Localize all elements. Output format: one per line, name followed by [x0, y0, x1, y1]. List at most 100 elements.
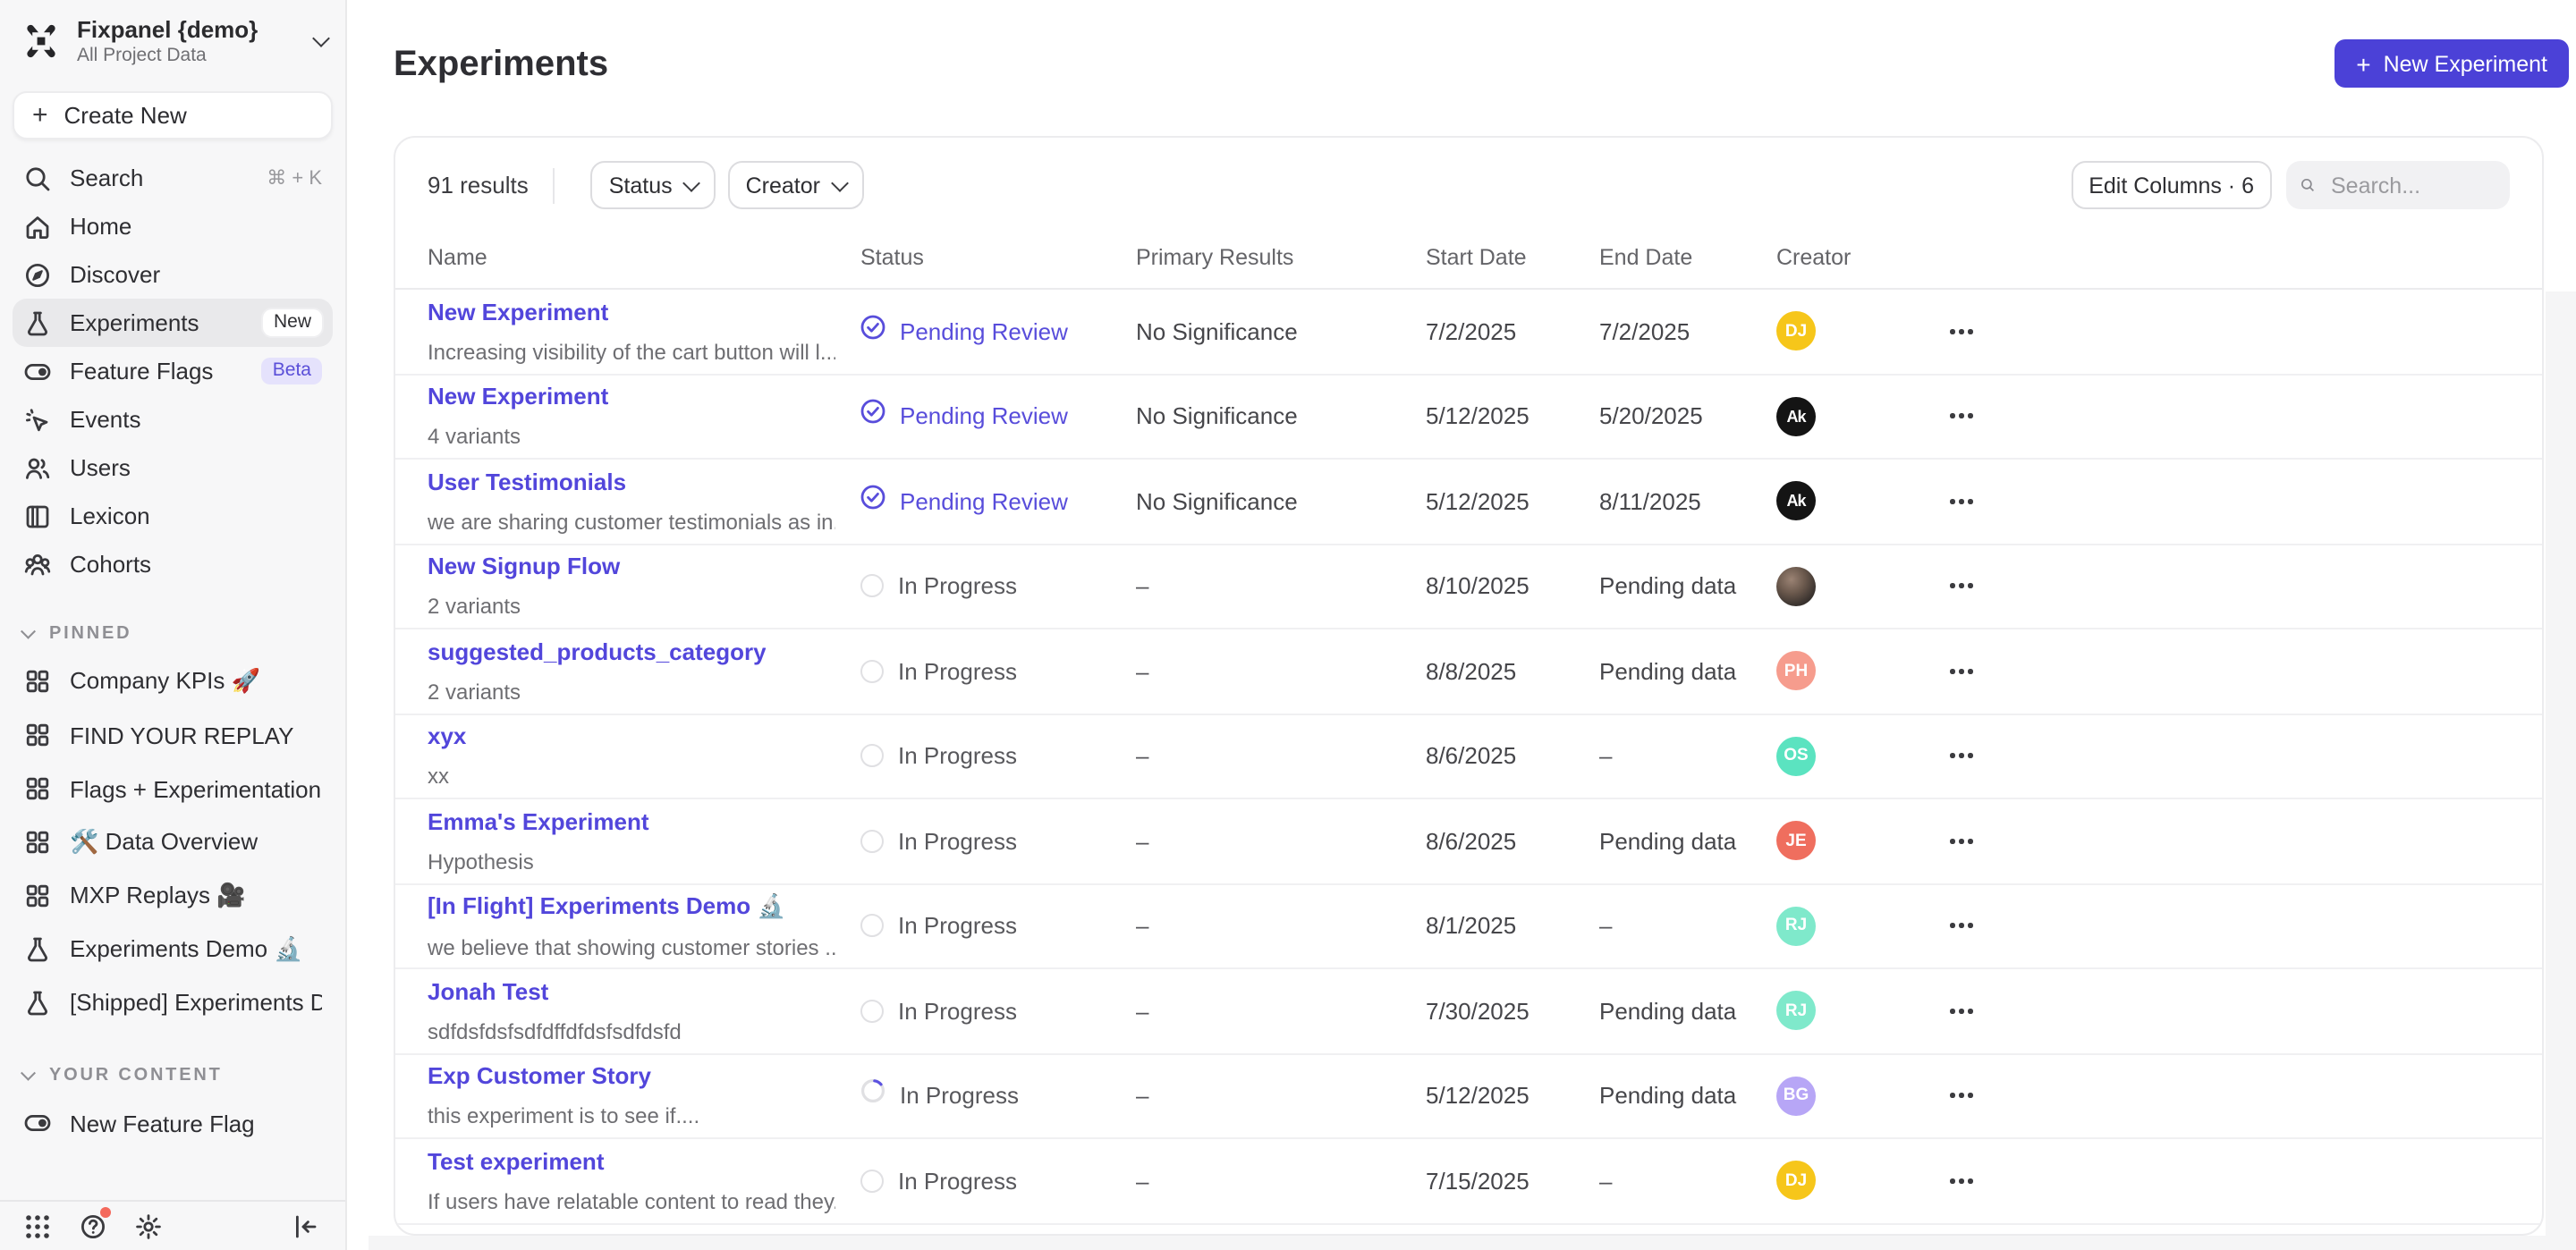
creator-filter-dropdown[interactable]: Creator: [728, 161, 863, 209]
creator-avatar[interactable]: Ak: [1776, 397, 1816, 436]
home-icon: [23, 212, 52, 241]
table-row[interactable]: User Testimonialswe are sharing customer…: [395, 460, 2542, 545]
pinned-section-header[interactable]: PINNED: [23, 624, 322, 644]
sidebar-item-company-kpis[interactable]: Company KPIs 🚀: [13, 655, 333, 708]
experiment-name-cell: suggested_products_category2 variants: [428, 638, 860, 705]
sidebar-item-experiments[interactable]: ExperimentsNew: [13, 299, 333, 347]
experiment-link[interactable]: New Experiment: [428, 384, 608, 410]
new-experiment-button[interactable]: + New Experiment: [2334, 39, 2569, 88]
status-label: Pending Review: [900, 318, 1068, 345]
creator-avatar[interactable]: [1776, 567, 1816, 606]
creator-avatar[interactable]: JE: [1776, 822, 1816, 861]
experiment-link[interactable]: Jonah Test: [428, 978, 548, 1005]
sidebar-item-data-overview[interactable]: 🛠️ Data Overview: [13, 815, 333, 869]
row-menu-button[interactable]: [1946, 403, 2510, 429]
row-menu-button[interactable]: [1946, 573, 2510, 599]
experiment-link[interactable]: New Experiment: [428, 299, 608, 325]
row-menu-button[interactable]: [1946, 1083, 2510, 1109]
sidebar-item-events[interactable]: Events: [13, 395, 333, 443]
sidebar-item-feature-flags[interactable]: Feature FlagsBeta: [13, 347, 333, 395]
row-menu-button[interactable]: [1946, 998, 2510, 1024]
collapse-sidebar-icon[interactable]: [290, 1211, 320, 1241]
experiment-link[interactable]: New Signup Flow: [428, 553, 620, 580]
main-area: Experiments + New Experiment 91 results …: [347, 0, 2576, 1250]
sidebar-item-home[interactable]: Home: [13, 202, 333, 250]
experiment-link[interactable]: Exp Customer Story: [428, 1063, 651, 1090]
sidebar-item-new-feature-flag[interactable]: New Feature Flag: [13, 1096, 333, 1150]
lexicon-icon: [23, 502, 52, 530]
row-menu-button[interactable]: [1946, 658, 2510, 684]
sidebar-item-lexicon[interactable]: Lexicon: [13, 492, 333, 540]
table-row[interactable]: New ExperimentIncreasing visibility of t…: [395, 290, 2542, 375]
column-header-creator[interactable]: Creator: [1776, 245, 1939, 270]
table-row[interactable]: Exp Customer Storythis experiment is to …: [395, 1054, 2542, 1139]
status-cell: In Progress: [860, 658, 1136, 685]
project-switcher[interactable]: Fixpanel {demo} All Project Data: [0, 0, 345, 77]
creator-avatar[interactable]: RJ: [1776, 992, 1816, 1031]
sidebar-item-users[interactable]: Users: [13, 443, 333, 492]
table-row[interactable]: [In Flight] Experiments Demo 🔬we believe…: [395, 884, 2542, 969]
start-date-cell: 5/12/2025: [1426, 403, 1599, 430]
sidebar-item-shipped-experiments-demo[interactable]: [Shipped] Experiments Demo 🖋️: [13, 976, 333, 1030]
start-date-cell: 7/15/2025: [1426, 1168, 1599, 1195]
creator-avatar[interactable]: Ak: [1776, 482, 1816, 521]
create-new-button[interactable]: + Create New: [13, 91, 333, 139]
creator-avatar[interactable]: DJ: [1776, 1161, 1816, 1201]
creator-avatar[interactable]: RJ: [1776, 907, 1816, 946]
table-row[interactable]: suggested_products_category2 variantsIn …: [395, 629, 2542, 714]
status-circle-icon: [860, 915, 884, 938]
your-content-section-header[interactable]: YOUR CONTENT: [23, 1066, 322, 1085]
status-check-icon: [860, 485, 886, 519]
sidebar-item-flags-experimentation-demo[interactable]: Flags + Experimentation Demo ,: [13, 762, 333, 815]
sidebar-item-experiments-demo[interactable]: Experiments Demo 🔬: [13, 923, 333, 976]
row-menu-button[interactable]: [1946, 743, 2510, 769]
creator-avatar[interactable]: DJ: [1776, 312, 1816, 351]
experiment-link[interactable]: User Testimonials: [428, 469, 626, 495]
creator-avatar[interactable]: PH: [1776, 652, 1816, 691]
column-header-end-date[interactable]: End Date: [1599, 245, 1776, 270]
table-row[interactable]: New Experiment4 variantsPending ReviewNo…: [395, 375, 2542, 460]
sidebar-item-discover[interactable]: Discover: [13, 250, 333, 299]
board-icon: [23, 667, 52, 696]
experiment-link[interactable]: [In Flight] Experiments Demo 🔬: [428, 892, 786, 921]
table-row[interactable]: New Signup Flow2 variantsIn Progress–8/1…: [395, 545, 2542, 629]
row-menu-button[interactable]: [1946, 318, 2510, 344]
start-date-cell: 5/12/2025: [1426, 1083, 1599, 1110]
search-input[interactable]: [2327, 171, 2496, 199]
sidebar-item-mxp-replays[interactable]: MXP Replays 🎥: [13, 869, 333, 923]
table-row[interactable]: xyxxxIn Progress–8/6/2025–OS: [395, 714, 2542, 799]
table-row[interactable]: Emma's ExperimentHypothesisIn Progress–8…: [395, 799, 2542, 884]
experiment-link[interactable]: Test experiment: [428, 1148, 605, 1175]
experiment-link[interactable]: xyx: [428, 723, 466, 750]
row-menu-button[interactable]: [1946, 488, 2510, 514]
experiment-name-cell: Exp Customer Storythis experiment is to …: [428, 1063, 860, 1129]
experiment-link[interactable]: suggested_products_category: [428, 638, 767, 665]
experiment-link[interactable]: Emma's Experiment: [428, 808, 649, 835]
row-actions-cell: [1939, 318, 2510, 344]
primary-results-cell: No Significance: [1136, 488, 1426, 515]
status-label: In Progress: [900, 1083, 1019, 1110]
sidebar-item-cohorts[interactable]: Cohorts: [13, 540, 333, 588]
help-icon[interactable]: [77, 1211, 107, 1241]
column-header-start-date[interactable]: Start Date: [1426, 245, 1599, 270]
sidebar-item-search[interactable]: Search⌘ + K: [13, 154, 333, 202]
creator-avatar[interactable]: OS: [1776, 737, 1816, 776]
table-row[interactable]: Test experimentIf users have relatable c…: [395, 1139, 2542, 1224]
column-header-primary-results[interactable]: Primary Results: [1136, 245, 1426, 270]
status-cell: In Progress: [860, 1168, 1136, 1195]
row-menu-button[interactable]: [1946, 1168, 2510, 1194]
row-menu-button[interactable]: [1946, 913, 2510, 939]
creator-avatar[interactable]: BG: [1776, 1077, 1816, 1116]
status-filter-dropdown[interactable]: Status: [591, 161, 716, 209]
scrollbar-gutter[interactable]: [2546, 291, 2576, 1250]
column-header-status[interactable]: Status: [860, 245, 1136, 270]
column-header-name[interactable]: Name: [428, 245, 860, 270]
settings-gear-icon[interactable]: [132, 1211, 163, 1241]
primary-results-cell: –: [1136, 913, 1426, 940]
table-row[interactable]: Jonah TestsdfdsfdsfsdfdffdfdsfsdfdsfdIn …: [395, 969, 2542, 1054]
row-menu-button[interactable]: [1946, 828, 2510, 854]
sidebar-item-find-your-replay[interactable]: FIND YOUR REPLAY: [13, 708, 333, 762]
table-body: New ExperimentIncreasing visibility of t…: [395, 290, 2542, 1224]
edit-columns-button[interactable]: Edit Columns · 6: [2071, 161, 2272, 209]
apps-grid-icon[interactable]: [21, 1211, 52, 1241]
